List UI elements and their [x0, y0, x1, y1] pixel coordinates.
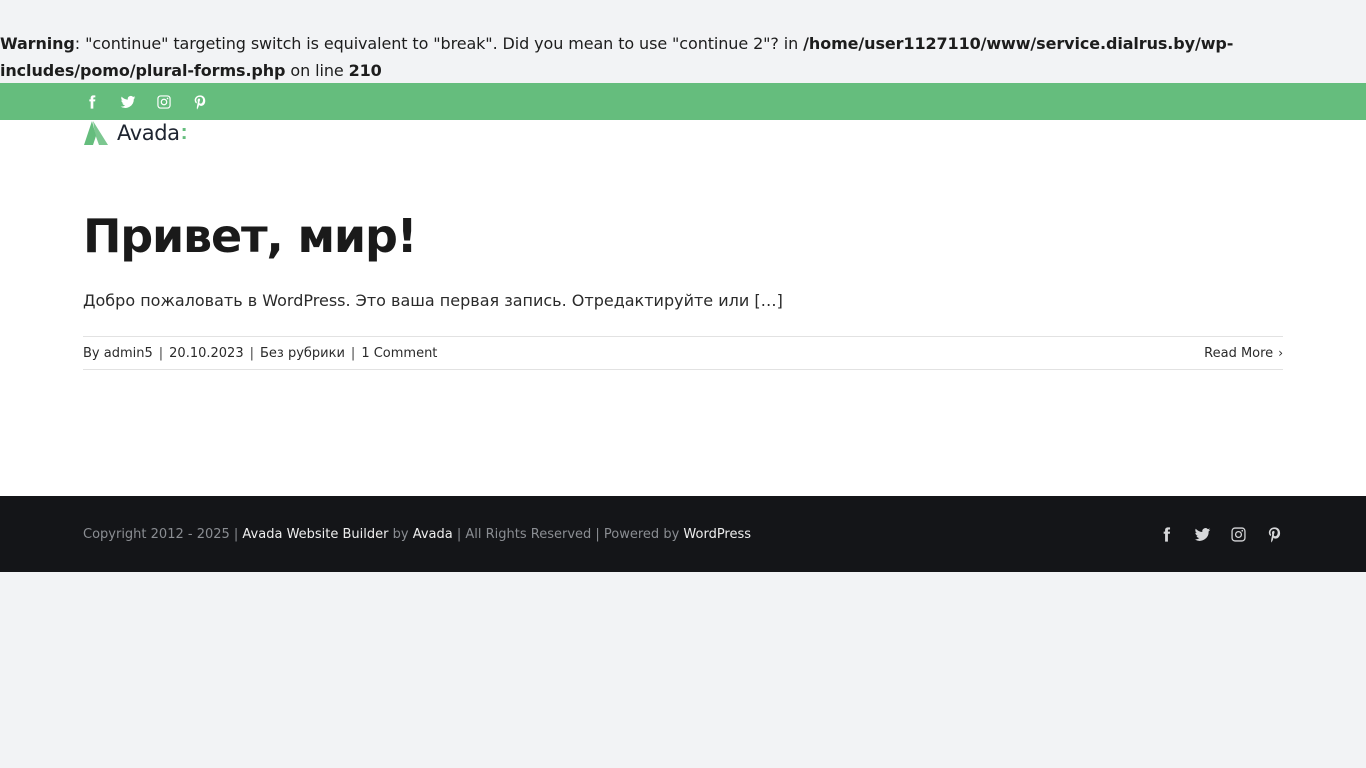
twitter-icon[interactable] [1193, 525, 1211, 543]
site-logo[interactable]: Avada: [83, 120, 188, 146]
meta-date: 20.10.2023 [169, 345, 244, 361]
read-more-label: Read More [1204, 345, 1274, 361]
logo-text: Avada [117, 121, 180, 145]
copyright: Copyright 2012 - 2025 | Avada Website Bu… [83, 496, 751, 572]
facebook-icon[interactable] [1157, 525, 1175, 543]
pinterest-icon[interactable] [191, 93, 209, 111]
top-bar [0, 83, 1366, 120]
avada-website-builder-link[interactable]: Avada Website Builder [242, 527, 388, 542]
wordpress-link[interactable]: WordPress [683, 527, 751, 542]
main-content: Avada: Привет, мир! Добро пожаловать в W… [0, 120, 1366, 496]
copyright-by: by [388, 526, 413, 542]
avada-logo-icon [84, 121, 108, 145]
footer-social-links [1139, 496, 1283, 572]
post-excerpt: Добро пожаловать в WordPress. Это ваша п… [83, 291, 783, 310]
read-more-link[interactable]: Read More › [1204, 346, 1283, 361]
meta-author-link[interactable]: admin5 [104, 346, 153, 361]
meta-comments-link[interactable]: 1 Comment [361, 346, 437, 361]
meta-separator: | [350, 345, 356, 361]
warning-line-number: 210 [348, 61, 382, 80]
warning-message: : "continue" targeting switch is equival… [74, 34, 804, 53]
post-meta-info: By admin5 | 20.10.2023 | Без рубрики | 1 Comme… [83, 346, 437, 361]
warning-label: Warning [0, 34, 75, 53]
chevron-right-icon: › [1278, 346, 1283, 360]
avada-link[interactable]: Avada [413, 527, 453, 542]
pinterest-icon[interactable] [1265, 525, 1283, 543]
post-meta: By admin5 | 20.10.2023 | Без рубрики | 1 Comme… [83, 336, 1283, 370]
meta-by: By [83, 345, 104, 361]
copyright-prefix: Copyright 2012 - 2025 | [83, 526, 243, 542]
meta-category-link[interactable]: Без рубрики [260, 346, 345, 361]
warning-on-line: on line [285, 61, 349, 80]
copyright-rights: | All Rights Reserved | Powered by [452, 526, 684, 542]
instagram-icon[interactable] [1229, 525, 1247, 543]
meta-separator: | [158, 345, 164, 361]
top-social-links [83, 83, 227, 120]
facebook-icon[interactable] [83, 93, 101, 111]
meta-separator: | [249, 345, 254, 361]
php-warning: Warning: "continue" targeting switch is … [0, 30, 1366, 84]
footer: Copyright 2012 - 2025 | Avada Website Bu… [0, 496, 1366, 572]
twitter-icon[interactable] [119, 93, 137, 111]
instagram-icon[interactable] [155, 93, 173, 111]
logo-colon: : [180, 121, 188, 144]
post-title[interactable]: Привет, мир! [83, 208, 418, 264]
